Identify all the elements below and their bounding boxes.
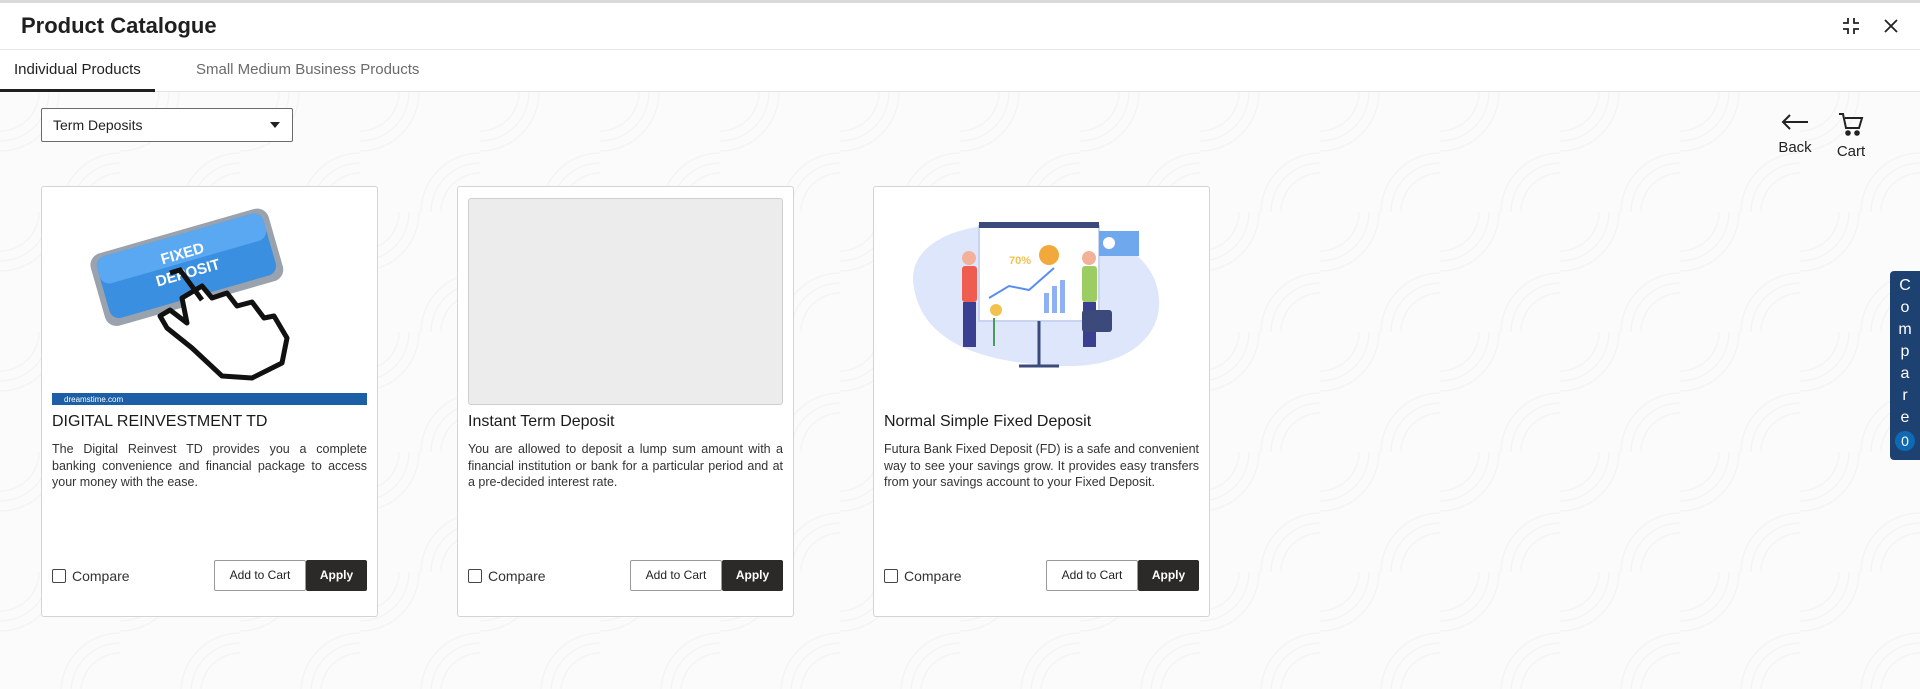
product-type-selected: Term Deposits xyxy=(53,117,143,133)
product-image-fixed-deposit: FIXED DEPOSIT dreamstime.com xyxy=(52,198,367,405)
add-to-cart-button[interactable]: Add to Cart xyxy=(1046,560,1138,591)
page-header: Product Catalogue xyxy=(0,3,1920,50)
product-card-instant-term-deposit: Instant Term Deposit You are allowed to … xyxy=(457,186,794,617)
compare-side-tab-label: Compare xyxy=(1898,277,1912,426)
page-title: Product Catalogue xyxy=(21,13,217,38)
product-card-normal-simple-fixed-deposit: 70% Normal Simple Fixed Deposit Futura B… xyxy=(873,186,1210,617)
back-button[interactable]: Back xyxy=(1776,112,1814,156)
apply-button[interactable]: Apply xyxy=(1138,560,1199,591)
product-description: The Digital Reinvest TD provides you a c… xyxy=(52,442,367,489)
cart-icon xyxy=(1839,113,1864,136)
compare-label: Compare xyxy=(904,568,962,584)
apply-button[interactable]: Apply xyxy=(722,560,783,591)
product-title: Instant Term Deposit xyxy=(468,413,615,430)
compare-label: Compare xyxy=(488,568,546,584)
compare-checkbox-row[interactable]: Compare xyxy=(468,568,546,584)
back-label: Back xyxy=(1778,139,1812,156)
tab-individual-products[interactable]: Individual Products xyxy=(0,50,155,92)
cart-button[interactable]: Cart xyxy=(1832,112,1870,160)
compare-checkbox-row[interactable]: Compare xyxy=(52,568,130,584)
product-card-digital-reinvestment-td: FIXED DEPOSIT dreamstime.com DIGITAL REI… xyxy=(41,186,378,617)
product-title: Normal Simple Fixed Deposit xyxy=(884,413,1092,430)
compare-checkbox[interactable] xyxy=(52,569,66,583)
back-arrow-icon xyxy=(1781,114,1808,130)
product-title: DIGITAL REINVESTMENT TD xyxy=(52,413,268,430)
product-description: Futura Bank Fixed Deposit (FD) is a safe… xyxy=(884,442,1199,489)
dropdown-caret-icon xyxy=(270,122,280,128)
add-to-cart-button[interactable]: Add to Cart xyxy=(630,560,722,591)
expand-icon[interactable] xyxy=(1840,15,1862,37)
compare-checkbox[interactable] xyxy=(468,569,482,583)
product-type-select[interactable]: Term Deposits xyxy=(41,108,293,142)
image-footer-text: dreamstime.com xyxy=(64,395,123,404)
compare-checkbox[interactable] xyxy=(884,569,898,583)
close-icon[interactable] xyxy=(1880,15,1902,37)
compare-checkbox-row[interactable]: Compare xyxy=(884,568,962,584)
compare-count-badge: 0 xyxy=(1895,431,1915,451)
add-to-cart-button[interactable]: Add to Cart xyxy=(214,560,306,591)
product-image-presentation: 70% xyxy=(884,198,1199,405)
product-image-placeholder xyxy=(468,198,783,405)
compare-side-tab[interactable]: Compare 0 xyxy=(1890,271,1920,460)
tab-small-medium-business-products[interactable]: Small Medium Business Products xyxy=(196,50,419,92)
compare-label: Compare xyxy=(72,568,130,584)
header-actions xyxy=(1840,15,1902,37)
apply-button[interactable]: Apply xyxy=(306,560,367,591)
product-description: You are allowed to deposit a lump sum am… xyxy=(468,442,783,489)
image-percent-text: 70% xyxy=(1009,255,1031,267)
product-tabs: Individual Products Small Medium Busines… xyxy=(0,50,1920,92)
cart-label: Cart xyxy=(1836,143,1866,160)
